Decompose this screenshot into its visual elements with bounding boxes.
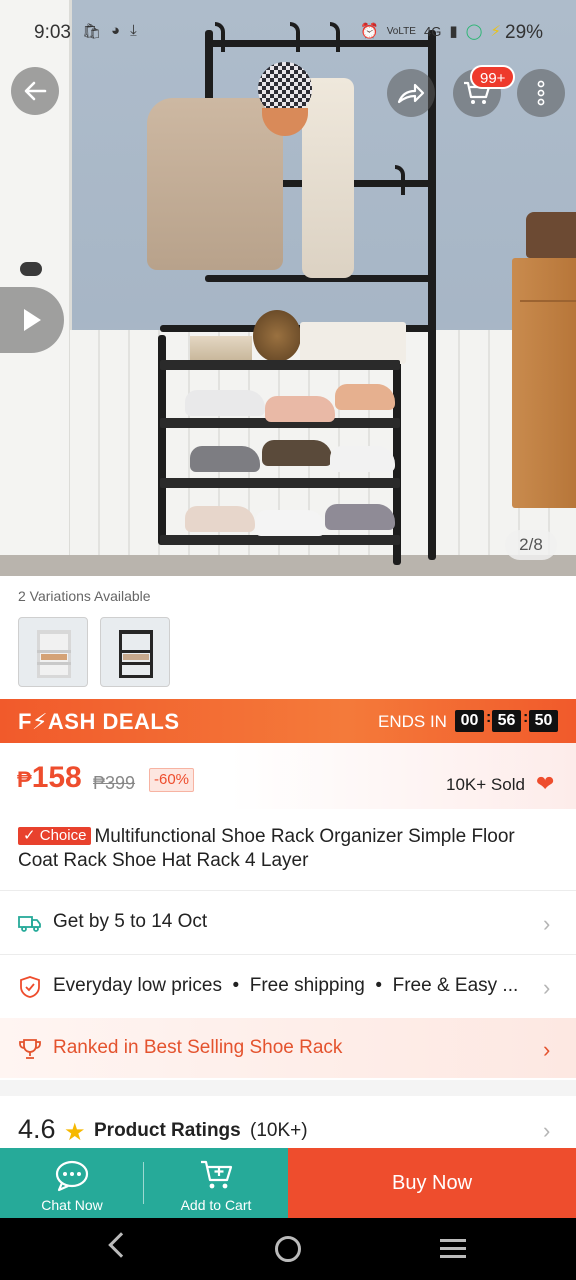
signal-bars-icon: ▮ xyxy=(449,23,458,40)
nav-recents-icon[interactable] xyxy=(440,1239,466,1263)
floor-decor xyxy=(0,555,576,576)
truck-icon xyxy=(18,916,41,932)
cabinet-decor xyxy=(512,258,576,508)
guarantees-row[interactable]: Everyday low prices • Free shipping • Fr… xyxy=(0,956,576,1016)
delivery-row[interactable]: Get by 5 to 14 Oct › xyxy=(0,892,576,952)
product-title-text: Multifunctional Shoe Rack Organizer Simp… xyxy=(18,826,515,871)
rack-shelf xyxy=(160,478,400,488)
star-icon: ★ xyxy=(64,1119,86,1146)
chevron-right-icon: › xyxy=(543,1118,551,1143)
box-decor xyxy=(300,322,406,364)
discount-badge: -60% xyxy=(149,768,195,792)
signal-4g-icon: 4G xyxy=(423,23,442,39)
delivery-text: Get by 5 to 14 Oct xyxy=(53,911,208,932)
favorite-heart-icon[interactable]: ❤ xyxy=(536,773,554,795)
timer-minutes: 56 xyxy=(492,710,521,732)
ends-in-label: ENDS IN xyxy=(378,712,447,731)
choice-badge: ✓ Choice xyxy=(18,827,92,845)
shield-check-icon xyxy=(20,976,40,998)
variations-label: 2 Variations Available xyxy=(18,588,151,604)
chat-now-button[interactable]: Chat Now xyxy=(0,1148,144,1218)
product-image-carousel[interactable]: 9:03 🛍 ◕ ⤓ ⏰ VoLTE 4G ▮ ◯ ⚡ 29% 99+ 2/8 xyxy=(0,0,576,576)
alarm-icon: ⏰ xyxy=(360,23,379,40)
lamp-decor xyxy=(526,212,576,258)
scarf-decor xyxy=(302,78,354,278)
battery-level: 29% xyxy=(505,22,544,43)
chevron-right-icon: › xyxy=(543,975,551,1000)
nav-back-icon[interactable] xyxy=(108,1232,134,1258)
flash-deals-title: F⚡ASH DEALS xyxy=(18,709,180,734)
battery-icon: ⚡ xyxy=(490,23,501,40)
flash-deals-banner[interactable]: F⚡ASH DEALS ENDS IN 00 : 56 : 50 xyxy=(0,699,576,743)
play-icon xyxy=(24,309,41,331)
original-price: ₱399 xyxy=(93,773,136,793)
rack-shelf xyxy=(160,535,400,545)
add-cart-icon xyxy=(201,1160,233,1189)
share-icon xyxy=(397,83,425,104)
timer-hours: 00 xyxy=(455,710,484,732)
divider xyxy=(0,890,576,891)
buy-now-button[interactable]: Buy Now xyxy=(288,1148,576,1218)
more-options-button[interactable] xyxy=(517,69,565,117)
status-bar: 9:03 🛍 ◕ ⤓ ⏰ VoLTE 4G ▮ ◯ ⚡ 29% xyxy=(0,0,576,62)
variation-thumbnail-2[interactable] xyxy=(100,617,170,687)
chevron-right-icon: › xyxy=(543,1037,551,1062)
product-title: ✓ Choice Multifunctional Shoe Rack Organi… xyxy=(18,825,558,873)
download-icon: ⤓ xyxy=(130,22,137,39)
system-nav-bar xyxy=(0,1218,576,1280)
books-decor xyxy=(190,336,252,360)
guarantees-text: Everyday low prices • Free shipping • Fr… xyxy=(53,975,519,996)
timer-seconds: 50 xyxy=(529,710,558,732)
current-price: ₱158 xyxy=(17,761,82,794)
ratings-row[interactable]: 4.6 ★ Product Ratings (10K+) › xyxy=(0,1096,576,1148)
nav-home-icon[interactable] xyxy=(275,1236,301,1262)
sweater-decor xyxy=(147,98,283,270)
ratings-count: (10K+) xyxy=(250,1120,308,1141)
share-button[interactable] xyxy=(387,69,435,117)
more-vertical-icon xyxy=(537,80,545,106)
variation-thumbnail-1[interactable] xyxy=(18,617,88,687)
sold-count: 10K+ Sold xyxy=(446,775,525,794)
back-button[interactable] xyxy=(11,67,59,115)
ranking-row[interactable]: Ranked in Best Selling Shoe Rack › xyxy=(0,1018,576,1078)
add-to-cart-label: Add to Cart xyxy=(180,1197,252,1213)
cart-count-badge: 99+ xyxy=(470,65,516,89)
status-time: 9:03 xyxy=(34,22,71,43)
rack-shelf xyxy=(160,360,400,370)
price-row: ₱158 ₱399 -60% 10K+ Sold ❤ xyxy=(0,743,576,809)
rating-score: 4.6 xyxy=(18,1114,56,1144)
ranking-text: Ranked in Best Selling Shoe Rack xyxy=(53,1037,343,1058)
chevron-right-icon: › xyxy=(543,911,551,936)
vpn-icon: ◕ xyxy=(111,22,121,39)
volte-icon: VoLTE xyxy=(386,25,416,37)
door-handle-decor xyxy=(20,262,42,276)
play-video-button[interactable] xyxy=(0,287,64,353)
bag-decor xyxy=(253,310,301,362)
chat-now-label: Chat Now xyxy=(41,1197,103,1213)
shopee-bag-icon: 🛍 xyxy=(82,23,102,40)
chat-bubble-icon xyxy=(55,1160,89,1192)
shoes-decor xyxy=(185,390,265,416)
data-saver-icon: ◯ xyxy=(465,23,483,40)
divider xyxy=(0,954,576,955)
section-gap xyxy=(0,1080,576,1096)
bottom-action-bar: Chat Now Add to Cart xyxy=(0,1148,288,1218)
trophy-icon xyxy=(19,1039,41,1059)
add-to-cart-button[interactable]: Add to Cart xyxy=(144,1148,288,1218)
ratings-label: Product Ratings xyxy=(94,1120,241,1141)
arrow-left-icon xyxy=(24,81,47,101)
image-counter: 2/8 xyxy=(505,530,557,560)
rack-post xyxy=(428,30,436,560)
